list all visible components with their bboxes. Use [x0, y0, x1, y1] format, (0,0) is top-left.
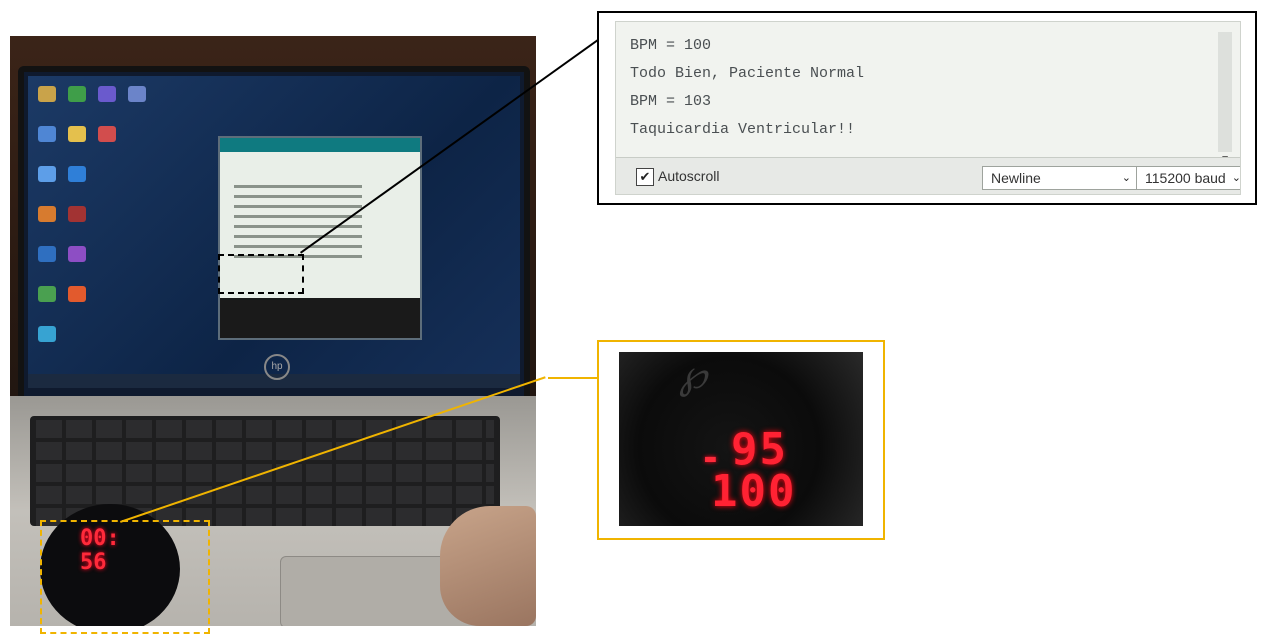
- serial-line: BPM = 100: [630, 37, 712, 54]
- windows-desktop: [28, 76, 520, 388]
- watch-logo: ℘: [679, 352, 709, 398]
- serial-bottom-bar: ✔ Autoscroll Newline ⌄ 115200 baud ⌄: [616, 157, 1240, 194]
- desktop-icon: [38, 126, 56, 142]
- baud-rate-select[interactable]: 115200 baud ⌄: [1136, 166, 1241, 190]
- ide-console: [220, 298, 420, 338]
- watch-display-zoom: ℘ 95 100 ▬: [597, 340, 885, 540]
- serial-scrollbar[interactable]: [1218, 32, 1232, 152]
- desktop-icon: [68, 86, 86, 102]
- watch-callout-line-2: [548, 377, 598, 379]
- serial-monitor-zoom: BPM = 100 Todo Bien, Paciente Normal BPM…: [597, 11, 1257, 205]
- desktop-icon: [68, 286, 86, 302]
- wrist-highlight-box: [40, 520, 210, 634]
- desktop-icon: [38, 86, 56, 102]
- watch-indicator-dot: ▬: [705, 448, 716, 469]
- autoscroll-label: Autoscroll: [658, 168, 720, 184]
- desktop-icon: [98, 86, 116, 102]
- desktop-icon: [38, 326, 56, 342]
- ide-toolbar: [220, 138, 420, 152]
- desktop-icon: [68, 246, 86, 262]
- desktop-icon: [128, 86, 146, 102]
- serial-line: Todo Bien, Paciente Normal: [630, 65, 865, 82]
- desktop-icon: [38, 166, 56, 182]
- serial-line: BPM = 103: [630, 93, 712, 110]
- desktop-icon: [68, 126, 86, 142]
- watch-photo: ℘ 95 100 ▬: [619, 352, 863, 526]
- watch-display-bottom: 100: [711, 466, 797, 517]
- hand: [440, 506, 536, 626]
- line-ending-value: Newline: [991, 170, 1041, 186]
- ide-serial-lines: [234, 178, 394, 265]
- desktop-icon: [38, 286, 56, 302]
- desktop-icon: [38, 206, 56, 222]
- autoscroll-checkbox[interactable]: ✔: [636, 168, 654, 186]
- desktop-icon: [68, 166, 86, 182]
- desktop-icon: [38, 246, 56, 262]
- hp-logo: hp: [264, 354, 290, 380]
- serial-monitor: BPM = 100 Todo Bien, Paciente Normal BPM…: [615, 21, 1241, 195]
- chevron-down-icon: ⌄: [1121, 172, 1131, 184]
- chevron-down-icon: ⌄: [1231, 172, 1241, 184]
- serial-line: Taquicardia Ventricular!!: [630, 121, 856, 138]
- desktop-icon: [98, 126, 116, 142]
- serial-highlight-box: [218, 254, 304, 294]
- line-ending-select[interactable]: Newline ⌄: [982, 166, 1138, 190]
- serial-output: BPM = 100 Todo Bien, Paciente Normal BPM…: [630, 32, 864, 144]
- baud-rate-value: 115200 baud: [1145, 170, 1226, 186]
- desktop-icon: [68, 206, 86, 222]
